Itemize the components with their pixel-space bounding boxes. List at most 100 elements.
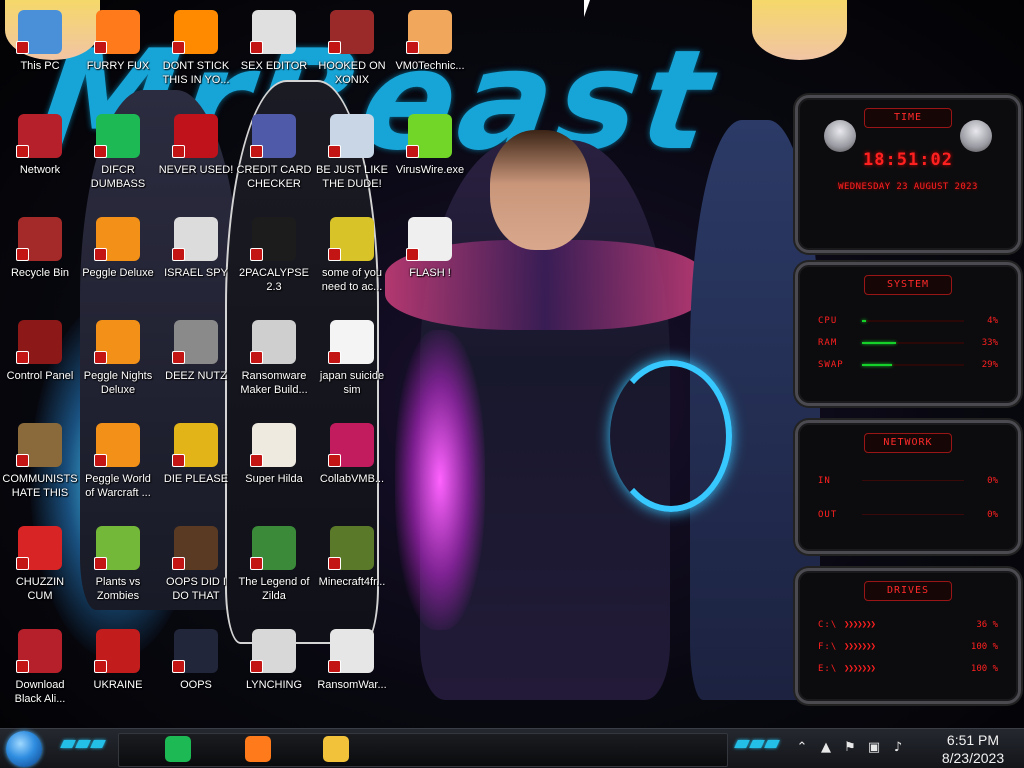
desktop-icon[interactable]: DEEZ NUTZ <box>156 310 236 410</box>
desktop-icon[interactable]: ISRAEL SPY <box>156 207 236 307</box>
shortcut-badge-icon <box>16 248 29 261</box>
desktop-icon[interactable]: CREDIT CARD CHECKER <box>234 104 314 204</box>
desktop-icon-label: CHUZZIN CUM <box>15 576 65 602</box>
desktop-icon[interactable]: 2PACALYPSE 2.3 <box>234 207 314 307</box>
drive-usage-value: 100 % <box>970 664 998 674</box>
desktop-icon[interactable]: RansomWar... <box>312 619 392 719</box>
system-stat-bar <box>862 342 964 344</box>
desktop-icon[interactable]: LYNCHING <box>234 619 314 719</box>
start-button[interactable] <box>6 731 42 767</box>
desktop-icon-label: ISRAEL SPY <box>164 267 228 279</box>
desktop-icon-label: The Legend of Zilda <box>238 576 310 602</box>
desktop-icon[interactable]: This PC <box>0 0 80 100</box>
network-stat-value: 0% <box>987 510 998 520</box>
shortcut-badge-icon <box>94 454 107 467</box>
network-widget-header: NETWORK <box>864 433 952 453</box>
desktop-icon[interactable]: Control Panel <box>0 310 80 410</box>
shortcut-badge-icon <box>16 660 29 673</box>
desktop-icon[interactable]: Ransomware Maker Build... <box>234 310 314 410</box>
drive-rows: C:\ ❯❯❯❯❯❯❯ 36 % F:\ ❯❯❯❯❯❯❯ 100 % E:\ ❯❯❯❯❯❯❯ 1… <box>798 615 1018 681</box>
pixel-character-icon <box>250 423 296 467</box>
desktop-icon-label: DIFCR DUMBASS <box>90 164 146 190</box>
desktop-icon-label: Super Hilda <box>245 473 303 485</box>
shortcut-badge-icon <box>250 145 263 158</box>
drive-row: C:\ ❯❯❯❯❯❯❯ 36 % <box>818 615 998 637</box>
taskbar-decoration-right <box>734 740 780 748</box>
desktop-icon[interactable]: VirusWire.exe <box>390 104 470 204</box>
desktop-icon[interactable]: VM0Technic... <box>390 0 470 100</box>
shortcut-badge-icon <box>16 351 29 364</box>
desktop-icon[interactable]: DIE PLEASE <box>156 413 236 513</box>
desktop-icon[interactable]: HOOKED ON XONIX <box>312 0 392 100</box>
desktop-icon[interactable]: SEX EDITOR <box>234 0 314 100</box>
system-stat-label: SWAP <box>818 360 844 370</box>
network-stat-row: IN 0% <box>818 471 998 505</box>
taskbar-clock[interactable]: 6:51 PM 8/23/2023 <box>928 731 1018 767</box>
desktop-icon[interactable]: BE JUST LIKE THE DUDE! <box>312 104 392 204</box>
santa-icon <box>328 114 374 158</box>
desktop-icon-label: CREDIT CARD CHECKER <box>236 164 312 190</box>
legend-of-zilda-icon <box>250 526 296 570</box>
desktop-icon-label: Download Black Ali... <box>14 679 66 705</box>
network-graph-line <box>862 480 964 481</box>
desktop-icon[interactable]: Network <box>0 104 80 204</box>
peggle-wow-icon <box>94 423 140 467</box>
drive-usage-chevrons: ❯❯❯❯❯❯❯ <box>844 620 876 630</box>
desktop-icon[interactable]: COMMUNISTS HATE THIS G... <box>0 413 80 513</box>
mouse-cursor-icon <box>584 0 596 17</box>
desktop-icon[interactable]: DIFCR DUMBASS <box>78 104 158 204</box>
desktop-icon[interactable]: some of you need to ac... <box>312 207 392 307</box>
shortcut-badge-icon <box>172 351 185 364</box>
shortcut-badge-icon <box>94 660 107 673</box>
desktop-icon[interactable]: Plants vs Zombies <box>78 516 158 616</box>
desktop-icon[interactable]: Recycle Bin <box>0 207 80 307</box>
taskbar-app-firefox[interactable] <box>242 734 274 764</box>
shortcut-badge-icon <box>250 248 263 261</box>
desktop-icon[interactable]: CHUZZIN CUM <box>0 516 80 616</box>
desktop-icon[interactable]: Minecraft4fr... <box>312 516 392 616</box>
taskbar-app-spotify[interactable] <box>162 734 194 764</box>
desktop-icon[interactable]: Peggle Deluxe <box>78 207 158 307</box>
desktop-icon[interactable]: The Legend of Zilda <box>234 516 314 616</box>
drive-usage-chevrons: ❯❯❯❯❯❯❯ <box>844 642 876 652</box>
desktop-icon-label: Peggle World of Warcraft ... <box>85 473 151 499</box>
network-icon[interactable]: ▣ <box>865 740 883 756</box>
drive-label: C:\ <box>818 620 838 630</box>
desktop-icon[interactable]: japan suicide sim <box>312 310 392 410</box>
network-stat-value: 0% <box>987 476 998 486</box>
desktop-icon[interactable]: Super Hilda <box>234 413 314 513</box>
network-icon <box>16 114 62 158</box>
system-rows: CPU 4% RAM 33% SWAP 29% <box>798 311 1018 377</box>
drive-label: E:\ <box>818 664 838 674</box>
desktop-icon[interactable]: Peggle Nights Deluxe <box>78 310 158 410</box>
desktop-icon[interactable]: UKRAINE <box>78 619 158 719</box>
desktop-icon-label: RansomWar... <box>317 679 387 691</box>
volume-icon[interactable]: ♪ <box>889 740 907 756</box>
chevron-up-icon[interactable]: ⌃ <box>793 740 811 756</box>
desktop-icon-label: HOOKED ON XONIX <box>318 60 386 86</box>
desktop-icon-label: DEEZ NUTZ <box>165 370 227 382</box>
desktop-icon[interactable]: FURRY FUX <box>78 0 158 100</box>
shortcut-badge-icon <box>94 41 107 54</box>
chuzzle-icon <box>16 526 62 570</box>
taskbar-app-folder[interactable] <box>320 734 352 764</box>
shortcut-badge-icon <box>94 145 107 158</box>
desktop-icon[interactable]: OOPS DID I DO THAT <box>156 516 236 616</box>
recycle-bin-icon <box>16 217 62 261</box>
credit-card-icon <box>250 114 296 158</box>
desktop-icon[interactable]: Download Black Ali... <box>0 619 80 719</box>
desktop-icon[interactable]: OOPS <box>156 619 236 719</box>
network-stat-label: OUT <box>818 510 838 520</box>
desktop-icon[interactable]: FLASH ! <box>390 207 470 307</box>
desktop-icon[interactable]: DONT STICK THIS IN YO... <box>156 0 236 100</box>
desktop-icon[interactable]: Peggle World of Warcraft ... <box>78 413 158 513</box>
desktop-icon-label: FLASH ! <box>409 267 451 279</box>
flag-icon[interactable]: ⚑ <box>841 740 859 756</box>
desktop-icon[interactable]: CollabVMB... <box>312 413 392 513</box>
shortcut-badge-icon <box>172 454 185 467</box>
avast-icon[interactable]: ▲ <box>817 740 835 756</box>
desktop-icon[interactable]: NEVER USED! <box>156 104 236 204</box>
shortcut-badge-icon <box>328 660 341 673</box>
desktop-icon-label: Ransomware Maker Build... <box>240 370 308 396</box>
desktop-icon-label: Network <box>19 164 61 176</box>
